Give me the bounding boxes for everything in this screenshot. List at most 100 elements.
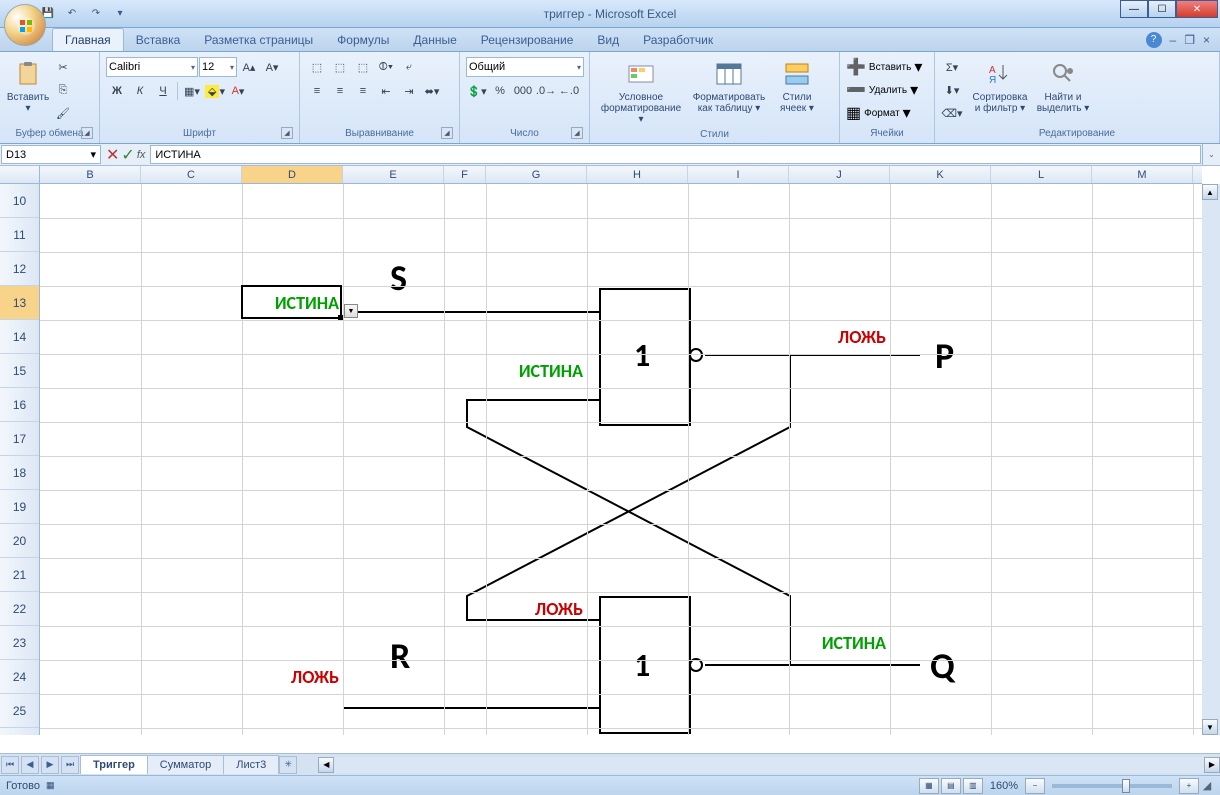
cell-value[interactable]: ЛОЖЬ (486, 592, 587, 626)
row-header[interactable]: 18 (0, 456, 39, 490)
grow-font-button[interactable]: A▴ (238, 56, 260, 78)
format-as-table-button[interactable]: Форматировать как таблицу ▾ (688, 56, 770, 116)
horizontal-scrollbar[interactable]: ◀ ▶ (318, 757, 1220, 773)
decrease-indent-button[interactable]: ⇤ (375, 80, 397, 102)
column-header[interactable]: K (890, 166, 991, 183)
row-header[interactable]: 20 (0, 524, 39, 558)
merge-button[interactable]: ⬌▾ (421, 80, 443, 102)
tab-главная[interactable]: Главная (52, 28, 124, 51)
cell-value[interactable]: ИСТИНА (486, 354, 587, 388)
column-header[interactable]: I (688, 166, 789, 183)
tab-рецензирование[interactable]: Рецензирование (469, 28, 586, 51)
delete-cells-button[interactable]: Удалить (869, 85, 907, 96)
align-middle-button[interactable]: ⬚ (329, 56, 351, 78)
align-center-button[interactable]: ≡ (329, 80, 351, 102)
page-layout-view-button[interactable]: ▤ (941, 778, 961, 794)
row-header[interactable]: 15 (0, 354, 39, 388)
copy-button[interactable]: ⎘ (52, 79, 74, 101)
page-break-view-button[interactable]: ▥ (963, 778, 983, 794)
insert-cells-button[interactable]: Вставить (869, 62, 911, 73)
new-sheet-button[interactable]: ✳ (279, 756, 297, 774)
fill-color-button[interactable]: ⬙▾ (204, 80, 226, 102)
shrink-font-button[interactable]: A▾ (261, 56, 283, 78)
format-painter-button[interactable]: 🖌 (52, 102, 74, 124)
autosum-button[interactable]: Σ▾ (941, 56, 963, 78)
row-header[interactable]: 22 (0, 592, 39, 626)
cell-value[interactable]: ЛОЖЬ (789, 320, 890, 354)
help-button[interactable]: ? (1146, 32, 1162, 48)
tab-вставка[interactable]: Вставка (124, 28, 193, 51)
decrease-decimal-button[interactable]: ←.0 (558, 80, 580, 102)
zoom-in-button[interactable]: + (1179, 778, 1199, 794)
align-left-button[interactable]: ≡ (306, 80, 328, 102)
align-bottom-button[interactable]: ⬚ (352, 56, 374, 78)
row-header[interactable]: 13 (0, 286, 39, 320)
orientation-button[interactable]: ⦷▾ (375, 56, 397, 78)
sheet-tab[interactable]: Сумматор (147, 755, 224, 774)
increase-indent-button[interactable]: ⇥ (398, 80, 420, 102)
row-header[interactable]: 10 (0, 184, 39, 218)
cell-dropdown-button[interactable]: ▼ (344, 304, 358, 318)
tab-вид[interactable]: Вид (585, 28, 631, 51)
worksheet-grid[interactable]: BCDEFGHIJKLM 101112131415161718192021222… (0, 166, 1220, 753)
column-header[interactable]: B (40, 166, 141, 183)
find-select-button[interactable]: Найти и выделить ▾ (1033, 56, 1093, 116)
sheet-nav-prev[interactable]: ◀ (21, 756, 39, 774)
font-color-button[interactable]: A▾ (227, 80, 249, 102)
row-header[interactable]: 21 (0, 558, 39, 592)
row-header[interactable]: 16 (0, 388, 39, 422)
tab-разработчик[interactable]: Разработчик (631, 28, 725, 51)
cell-value[interactable]: ИСТИНА (789, 626, 890, 660)
sheet-nav-first[interactable]: ⏮ (1, 756, 19, 774)
sheet-nav-last[interactable]: ⏭ (61, 756, 79, 774)
expand-formula-bar[interactable]: ⌄ (1202, 144, 1220, 165)
tab-формулы[interactable]: Формулы (325, 28, 401, 51)
column-header[interactable]: E (343, 166, 444, 183)
underline-button[interactable]: Ч (152, 80, 174, 102)
column-header[interactable]: C (141, 166, 242, 183)
tab-разметка страницы[interactable]: Разметка страницы (192, 28, 325, 51)
enter-formula-icon[interactable]: ✓ (121, 145, 134, 165)
wrap-text-button[interactable]: ⤶ (398, 56, 420, 78)
row-header[interactable]: 11 (0, 218, 39, 252)
redo-button[interactable]: ↷ (86, 4, 106, 24)
column-header[interactable]: H (587, 166, 688, 183)
font-launcher[interactable]: ◢ (281, 127, 293, 139)
currency-button[interactable]: 💲▾ (466, 80, 488, 102)
font-name-combo[interactable]: Calibri▾ (106, 57, 198, 77)
tab-данные[interactable]: Данные (401, 28, 468, 51)
select-all-button[interactable] (0, 166, 40, 184)
conditional-formatting-button[interactable]: Условное форматирование ▾ (596, 56, 686, 127)
sheet-tab[interactable]: Лист3 (223, 755, 279, 774)
zoom-out-button[interactable]: − (1025, 778, 1045, 794)
align-top-button[interactable]: ⬚ (306, 56, 328, 78)
column-header[interactable]: D (242, 166, 343, 183)
undo-button[interactable]: ↶ (62, 4, 82, 24)
row-header[interactable]: 25 (0, 694, 39, 728)
scroll-right-button[interactable]: ▶ (1204, 757, 1220, 773)
vertical-scrollbar[interactable]: ▲ ▼ (1202, 184, 1220, 735)
align-right-button[interactable]: ≡ (352, 80, 374, 102)
number-format-combo[interactable]: Общий▾ (466, 57, 584, 77)
row-header[interactable]: 14 (0, 320, 39, 354)
cut-button[interactable]: ✂ (52, 56, 74, 78)
cell-value[interactable]: ИСТИНА (242, 286, 343, 320)
column-header[interactable]: G (486, 166, 587, 183)
scroll-down-button[interactable]: ▼ (1202, 719, 1218, 735)
name-box[interactable]: D13▾ (1, 145, 101, 164)
zoom-percent[interactable]: 160% (990, 780, 1018, 792)
alignment-launcher[interactable]: ◢ (441, 127, 453, 139)
italic-button[interactable]: К (129, 80, 151, 102)
column-header[interactable]: J (789, 166, 890, 183)
row-header[interactable]: 12 (0, 252, 39, 286)
increase-decimal-button[interactable]: .0→ (535, 80, 557, 102)
sheet-tab[interactable]: Триггер (80, 755, 148, 774)
sheet-nav-next[interactable]: ▶ (41, 756, 59, 774)
minimize-button[interactable]: — (1120, 0, 1148, 18)
fx-button[interactable]: fx (137, 149, 146, 161)
bold-button[interactable]: Ж (106, 80, 128, 102)
inner-minimize[interactable]: – (1170, 33, 1177, 47)
zoom-slider[interactable] (1052, 784, 1172, 788)
formula-input[interactable]: ИСТИНА (150, 145, 1201, 164)
qat-dropdown[interactable]: ▾ (110, 4, 130, 24)
